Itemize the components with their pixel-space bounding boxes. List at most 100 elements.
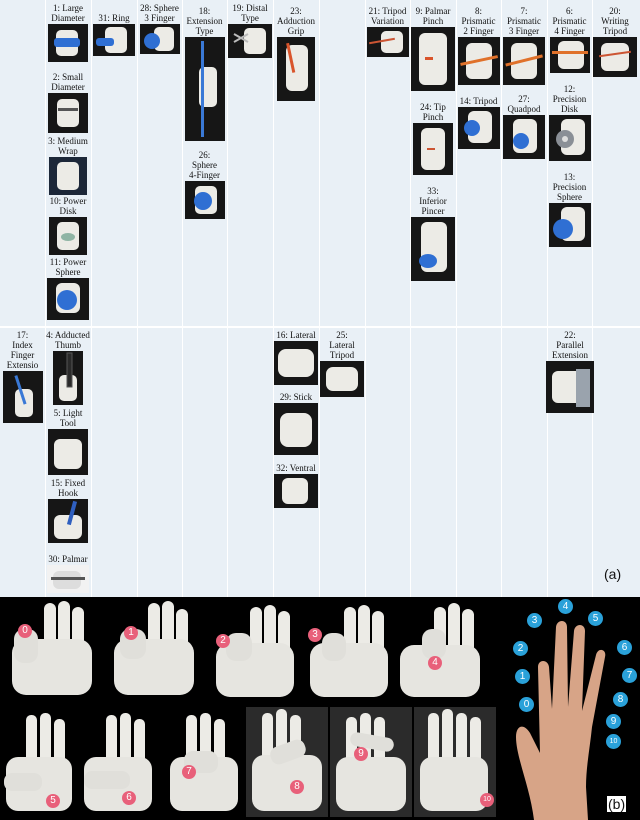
- grid-line: [227, 0, 228, 597]
- hand-photo-prismatic-3-finger: [503, 37, 545, 85]
- grasp-cell-24: 24: Tip Pinch: [410, 102, 456, 175]
- hand-photo-lateral-tripod: [320, 361, 364, 397]
- panel-b-label: (b): [607, 796, 627, 812]
- hand-photo-power-disk: [49, 217, 87, 255]
- grasp-label: 16: Lateral: [276, 330, 316, 340]
- hand-point-10: 10: [606, 734, 621, 749]
- hand-photo-fixed-hook: [48, 499, 88, 543]
- grasp-label: 6: Prismatic 4 Finger: [552, 6, 587, 36]
- pose-marker-6: 6: [122, 791, 136, 805]
- hand-photo-distal-type: [228, 24, 272, 58]
- grasp-label: 22: Parallel Extension: [552, 330, 588, 360]
- pose-marker-0: 0: [18, 624, 32, 638]
- grasp-cell-15: 15: Fixed Hook: [45, 478, 91, 543]
- hand-point-4: 4: [558, 599, 573, 614]
- hand-point-8: 8: [613, 692, 628, 707]
- grasp-cell-2: 2: Small Diameter: [45, 72, 91, 133]
- pose-marker-2: 2: [216, 634, 230, 648]
- pose-photo-2: [206, 603, 302, 703]
- hand-photo-writing-tripod: [593, 37, 637, 77]
- pose-photo-1: [106, 599, 202, 703]
- grasp-cell-19: 19: Distal Type: [227, 3, 273, 58]
- pose-photo-7: [164, 711, 244, 817]
- grasp-label: 3: Medium Wrap: [48, 136, 88, 156]
- grasp-cell-28: 28: Sphere 3 Finger: [137, 3, 182, 54]
- grasp-cell-13: 13: Precision Sphere: [547, 172, 592, 247]
- grasp-cell-31: 31: Ring: [91, 13, 137, 56]
- grasp-label: 21: Tripod Variation: [368, 6, 407, 26]
- grasp-label: 28: Sphere 3 Finger: [140, 3, 179, 23]
- hand-photo-prismatic-2-finger: [457, 37, 500, 85]
- hand-photo-power-sphere: [47, 278, 89, 320]
- grasp-cell-4: 4: Adducted Thumb: [45, 330, 91, 405]
- grasp-label: 11: Power Sphere: [49, 257, 87, 277]
- hand-photo-palmar: [47, 565, 89, 593]
- hand-point-9: 9: [606, 714, 621, 729]
- hand-photo-medium-wrap: [49, 157, 87, 195]
- grasp-cell-16: 16: Lateral: [273, 330, 319, 385]
- grasp-cell-9: 9: Palmar Pinch: [410, 6, 456, 91]
- pose-photo-6: [80, 711, 158, 817]
- pose-photo-4: [396, 601, 488, 703]
- grasp-label: 10: Power Disk: [49, 196, 87, 216]
- panel-b-finger-poses: 0 1 2 3 4 5 6 7 8 9 10 0 1 2 3 4 5 6 7 8…: [0, 597, 640, 820]
- grasp-cell-30: 30: Palmar: [45, 554, 91, 593]
- grasp-cell-11: 11: Power Sphere: [45, 257, 91, 320]
- pose-marker-9: 9: [354, 747, 368, 761]
- grasp-label: 12: Precision Disk: [552, 84, 587, 114]
- grasp-cell-10: 10: Power Disk: [45, 196, 91, 255]
- grasp-label: 4: Adducted Thumb: [46, 330, 90, 350]
- grasp-label: 20: Writing Tripod: [601, 6, 629, 36]
- hand-point-6: 6: [617, 640, 632, 655]
- hand-photo-lateral: [274, 341, 318, 385]
- grasp-label: 19: Distal Type: [232, 3, 268, 23]
- hand-photo-sphere-3-finger: [139, 24, 180, 54]
- grasp-label: 18: Extension Type: [186, 6, 223, 36]
- grasp-cell-7: 7: Prismatic 3 Finger: [501, 6, 547, 85]
- pose-marker-5: 5: [46, 794, 60, 808]
- grasp-cell-32: 32: Ventral: [273, 463, 319, 508]
- grasp-label: 5: Light Tool: [53, 408, 83, 428]
- pose-photo-9: [330, 707, 412, 817]
- grasp-label: 24: Tip Pinch: [420, 102, 446, 122]
- grasp-cell-29: 29: Stick: [273, 392, 319, 455]
- grid-line: [592, 0, 593, 597]
- grasp-cell-26: 26: Sphere 4-Finger: [182, 150, 227, 219]
- grasp-cell-17: 17: Index Finger Extensio: [0, 330, 45, 423]
- hand-point-5: 5: [588, 611, 603, 626]
- grasp-cell-21: 21: Tripod Variation: [365, 6, 410, 57]
- grasp-label: 14: Tripod: [459, 96, 498, 106]
- grid-line: [365, 0, 366, 597]
- hand-photo-sphere-4-finger: [184, 181, 225, 219]
- hand-photo-inferior-pincer: [411, 217, 455, 281]
- grasp-label: 26: Sphere 4-Finger: [189, 150, 220, 180]
- grid-line: [501, 0, 502, 597]
- grid-line: [137, 0, 138, 597]
- hand-photo-prismatic-4-finger: [549, 37, 590, 73]
- grasp-cell-22: 22: Parallel Extension: [540, 330, 600, 413]
- grasp-cell-5: 5: Light Tool: [45, 408, 91, 475]
- pose-marker-4: 4: [428, 656, 442, 670]
- hand-photo-palmar-pinch: [411, 27, 455, 91]
- hand-photo-ventral: [274, 474, 318, 508]
- hand-point-1: 1: [515, 669, 530, 684]
- grasp-cell-33: 33: Inferior Pincer: [410, 186, 456, 281]
- panel-a-label: (a): [604, 566, 622, 582]
- grasp-cell-18: 18: Extension Type: [182, 6, 227, 141]
- grasp-label: 27: Quadpod: [507, 94, 541, 114]
- grasp-cell-6: 6: Prismatic 4 Finger: [547, 6, 592, 73]
- hand-point-0: 0: [519, 697, 534, 712]
- human-hand-diagram: [486, 597, 638, 820]
- hand-photo-parallel-extension: [546, 361, 594, 413]
- grasp-label: 31: Ring: [98, 13, 130, 23]
- grid-line: [319, 0, 320, 597]
- hand-photo-stick: [274, 403, 318, 455]
- grasp-label: 23: Adduction Grip: [277, 6, 315, 36]
- row-divider: [0, 326, 640, 328]
- grasp-label: 1: Large Diameter: [51, 3, 85, 23]
- grasp-label: 25: Lateral Tripod: [329, 330, 355, 360]
- hand-photo-small-diameter: [48, 93, 88, 133]
- grasp-cell-12: 12: Precision Disk: [547, 84, 592, 161]
- pose-photo-3: [304, 603, 394, 703]
- hand-photo-tripod: [457, 107, 500, 149]
